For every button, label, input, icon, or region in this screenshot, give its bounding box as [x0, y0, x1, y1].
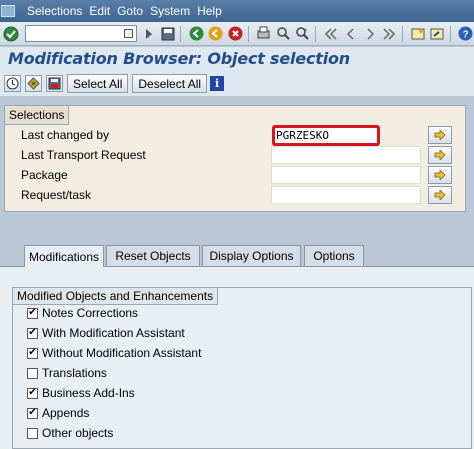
- last-changed-by-input[interactable]: PGRZESKO: [272, 125, 380, 146]
- svg-text:?: ?: [463, 30, 469, 41]
- deselect-all-button[interactable]: Deselect All: [132, 74, 208, 93]
- page-title: Modification Browser: Object selection: [8, 49, 350, 68]
- arrow-right-icon: [434, 190, 446, 200]
- selection-row-last-transport-request: Last Transport Request: [5, 145, 467, 165]
- selection-row-request-task: Request/task: [5, 185, 467, 205]
- cancel-icon[interactable]: [227, 25, 243, 43]
- menu-bar: Selections Edit Goto System Help: [0, 0, 474, 22]
- selections-title: Selections: [5, 106, 70, 125]
- menu-help[interactable]: Help: [197, 4, 222, 18]
- checkbox[interactable]: ✔: [27, 307, 38, 319]
- command-dropdown-icon[interactable]: [124, 29, 134, 38]
- arrow-right-icon: [434, 170, 446, 180]
- option-label: Without Modification Assistant: [42, 346, 202, 360]
- find-icon[interactable]: [275, 25, 291, 43]
- save-variant-icon[interactable]: [46, 75, 63, 92]
- create-session-icon[interactable]: [410, 25, 426, 43]
- selections-panel: Selections Last changed by PGRZESKO Last…: [4, 105, 466, 212]
- request-task-multiple-selection-button[interactable]: [428, 186, 452, 204]
- package-input[interactable]: [271, 166, 421, 184]
- option-label: Notes Corrections: [42, 306, 139, 320]
- command-field[interactable]: [25, 25, 138, 42]
- option-business-add-ins[interactable]: ✔ Business Add-Ins: [27, 384, 135, 402]
- checkbox[interactable]: [27, 367, 38, 379]
- title-bar: Modification Browser: Object selection: [0, 47, 474, 71]
- menu-system[interactable]: System: [150, 4, 190, 18]
- checkbox[interactable]: ✔: [27, 387, 38, 399]
- toolbar-separator: [247, 25, 249, 42]
- package-multiple-selection-button[interactable]: [428, 166, 452, 184]
- option-label: Business Add-Ins: [42, 386, 135, 400]
- last-changed-by-multiple-selection-button[interactable]: [428, 126, 452, 144]
- arrow-right-icon: [434, 130, 446, 140]
- tab-strip: Modifications Reset Objects Display Opti…: [0, 245, 474, 267]
- help-icon[interactable]: ?: [457, 25, 473, 43]
- tab-options[interactable]: Options: [304, 245, 364, 266]
- menu-goto[interactable]: Goto: [117, 4, 143, 18]
- checkbox[interactable]: [27, 427, 38, 439]
- last-transport-request-multiple-selection-button[interactable]: [428, 146, 452, 164]
- back-icon[interactable]: [188, 25, 204, 43]
- selection-row-last-changed-by: Last changed by PGRZESKO: [5, 125, 467, 146]
- option-other-objects[interactable]: Other objects: [27, 424, 113, 442]
- arrow-right-icon: [434, 150, 446, 160]
- last-changed-by-label: Last changed by: [21, 128, 110, 142]
- find-next-icon[interactable]: +: [294, 25, 310, 43]
- selection-row-package: Package: [5, 165, 467, 185]
- toolbar-separator: [180, 25, 182, 42]
- tab-display-options[interactable]: Display Options: [202, 245, 301, 266]
- print-icon[interactable]: [255, 25, 271, 43]
- tab-modifications[interactable]: Modifications: [24, 245, 104, 267]
- toolbar-separator: [449, 25, 451, 42]
- execute-icon[interactable]: [4, 75, 21, 92]
- select-all-button[interactable]: Select All: [67, 74, 129, 93]
- get-variant-icon[interactable]: [25, 75, 42, 92]
- option-notes-corrections[interactable]: ✔ Notes Corrections: [27, 304, 138, 322]
- request-task-input[interactable]: [271, 186, 421, 204]
- toolbar-separator: [401, 25, 403, 42]
- tab-panel-modifications: Modified Objects and Enhancements ✔ Note…: [0, 266, 474, 449]
- option-label: With Modification Assistant: [42, 326, 185, 340]
- option-label: Appends: [42, 406, 90, 420]
- shortcut-icon[interactable]: [429, 25, 445, 43]
- command-history-icon[interactable]: [140, 25, 156, 43]
- last-transport-request-label: Last Transport Request: [21, 148, 146, 162]
- next-page-icon[interactable]: [362, 25, 378, 43]
- option-label: Other objects: [42, 426, 114, 440]
- first-page-icon[interactable]: [323, 25, 339, 43]
- menu-edit[interactable]: Edit: [89, 4, 110, 18]
- checkbox[interactable]: ✔: [27, 327, 38, 339]
- option-label: Translations: [42, 366, 107, 380]
- checkbox[interactable]: ✔: [27, 407, 38, 419]
- group-title: Modified Objects and Enhancements: [13, 288, 219, 305]
- info-icon[interactable]: i: [210, 76, 225, 91]
- modified-objects-group: Modified Objects and Enhancements ✔ Note…: [12, 287, 472, 449]
- standard-toolbar: + ?: [0, 22, 474, 46]
- option-with-modification-assistant[interactable]: ✔ With Modification Assistant: [27, 324, 185, 342]
- option-without-modification-assistant[interactable]: ✔ Without Modification Assistant: [27, 344, 201, 362]
- toolbar-separator: [314, 25, 316, 42]
- option-translations[interactable]: Translations: [27, 364, 107, 382]
- option-appends[interactable]: ✔ Appends: [27, 404, 89, 422]
- package-label: Package: [21, 168, 68, 182]
- tab-reset-objects[interactable]: Reset Objects: [106, 245, 200, 266]
- last-transport-request-input[interactable]: [271, 146, 421, 164]
- last-page-icon[interactable]: [381, 25, 397, 43]
- previous-page-icon[interactable]: [342, 25, 358, 43]
- svg-text:+: +: [304, 28, 308, 34]
- request-task-label: Request/task: [21, 188, 92, 202]
- checkbox[interactable]: ✔: [27, 347, 38, 359]
- enter-icon[interactable]: [3, 25, 19, 43]
- exit-icon[interactable]: [208, 25, 224, 43]
- sap-window-icon[interactable]: [1, 5, 15, 17]
- application-toolbar: Select All Deselect All i: [0, 71, 474, 96]
- menu-selections[interactable]: Selections: [27, 4, 82, 18]
- save-icon[interactable]: [160, 25, 176, 43]
